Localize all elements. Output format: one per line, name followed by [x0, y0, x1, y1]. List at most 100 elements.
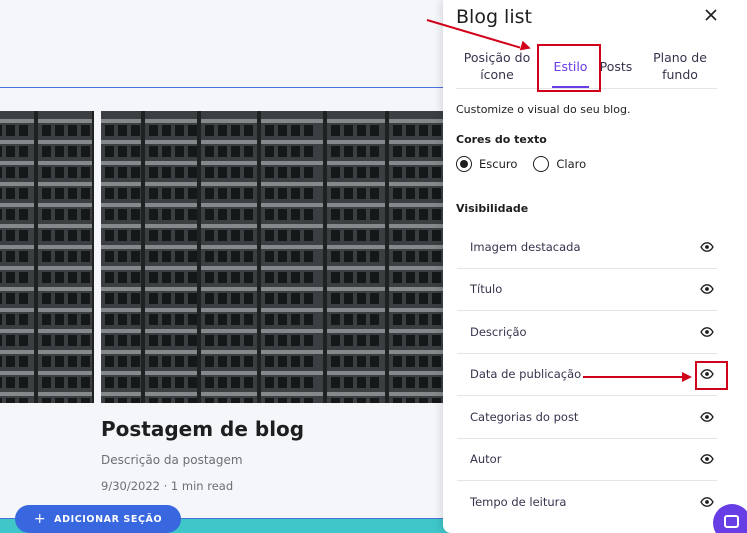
radio-escuro-label[interactable]: Escuro: [479, 157, 517, 171]
floor-line: [261, 287, 323, 291]
chat-support-icon[interactable]: [713, 504, 747, 533]
window: [419, 272, 428, 283]
floor-line: [201, 287, 257, 291]
window: [105, 167, 114, 178]
eye-icon[interactable]: [699, 281, 715, 297]
floor-line: [327, 287, 385, 291]
window: [393, 314, 402, 325]
window: [6, 188, 15, 199]
radio-escuro[interactable]: [456, 156, 472, 172]
window: [244, 272, 253, 283]
window: [42, 356, 51, 367]
window: [42, 335, 51, 346]
window: [244, 125, 253, 136]
floor-line: [145, 308, 197, 312]
window: [149, 272, 158, 283]
floor-line: [389, 287, 443, 291]
add-section-button[interactable]: + ADICIONAR SEÇÃO: [15, 505, 181, 533]
eye-icon[interactable]: [699, 239, 715, 255]
window: [331, 293, 340, 304]
window: [162, 251, 171, 262]
panel-intro-text: Customize o visual do seu blog.: [456, 103, 631, 116]
window: [231, 125, 240, 136]
close-icon[interactable]: [700, 4, 722, 26]
window: [370, 272, 379, 283]
window: [278, 356, 287, 367]
window: [118, 167, 127, 178]
window: [55, 335, 64, 346]
window: [432, 293, 441, 304]
window: [304, 377, 313, 388]
window: [118, 146, 127, 157]
floor-line: [261, 224, 323, 228]
window: [218, 314, 227, 325]
floor-line: [38, 182, 92, 186]
building-column: [327, 111, 385, 403]
annotation-arrow-eye: [583, 376, 683, 378]
window: [105, 230, 114, 241]
visibility-item: Imagem destacada: [457, 226, 717, 269]
window: [357, 146, 366, 157]
window: [370, 188, 379, 199]
window: [42, 293, 51, 304]
window: [0, 377, 2, 388]
tab-posts[interactable]: Posts: [596, 40, 636, 88]
window: [68, 377, 77, 388]
window: [149, 209, 158, 220]
window: [42, 167, 51, 178]
floor-line: [389, 350, 443, 354]
window: [6, 272, 15, 283]
window: [6, 146, 15, 157]
window: [162, 335, 171, 346]
tab-plano-de-fundo[interactable]: Plano de fundo: [640, 40, 720, 88]
window: [68, 314, 77, 325]
radio-claro-label[interactable]: Claro: [556, 157, 586, 171]
floor-line: [38, 140, 92, 144]
floor-line: [145, 182, 197, 186]
building-gap: [92, 111, 94, 403]
window: [291, 356, 300, 367]
floor-line: [101, 140, 141, 144]
window: [291, 335, 300, 346]
window: [278, 125, 287, 136]
window: [205, 125, 214, 136]
floor-line: [0, 161, 34, 165]
window: [304, 398, 313, 403]
floor-line: [101, 245, 141, 249]
window: [231, 293, 240, 304]
window: [175, 272, 184, 283]
floor-line: [261, 266, 323, 270]
window: [406, 314, 415, 325]
radio-claro[interactable]: [533, 156, 550, 172]
window: [419, 335, 428, 346]
post-title[interactable]: Postagem de blog: [101, 417, 304, 441]
blog-post-image[interactable]: [101, 111, 443, 403]
floor-line: [0, 392, 34, 396]
floor-line: [0, 371, 34, 375]
window: [149, 293, 158, 304]
floor-line: [145, 203, 197, 207]
visibility-item: Título: [457, 269, 717, 311]
eye-icon[interactable]: [699, 409, 715, 425]
window: [131, 335, 140, 346]
window: [205, 314, 214, 325]
eye-icon[interactable]: [699, 451, 715, 467]
window: [344, 188, 353, 199]
window: [0, 209, 2, 220]
eye-icon[interactable]: [699, 494, 715, 510]
window: [432, 272, 441, 283]
window: [175, 398, 184, 403]
floor-line: [389, 371, 443, 375]
window: [81, 188, 90, 199]
building-column: [261, 111, 323, 403]
blog-post-image-left: [0, 111, 94, 403]
window: [118, 335, 127, 346]
floor-line: [261, 371, 323, 375]
window: [118, 230, 127, 241]
floor-line: [261, 182, 323, 186]
window: [19, 125, 28, 136]
window: [432, 251, 441, 262]
eye-icon[interactable]: [699, 324, 715, 340]
highlight-estilo-tab: [537, 44, 601, 92]
window: [131, 398, 140, 403]
